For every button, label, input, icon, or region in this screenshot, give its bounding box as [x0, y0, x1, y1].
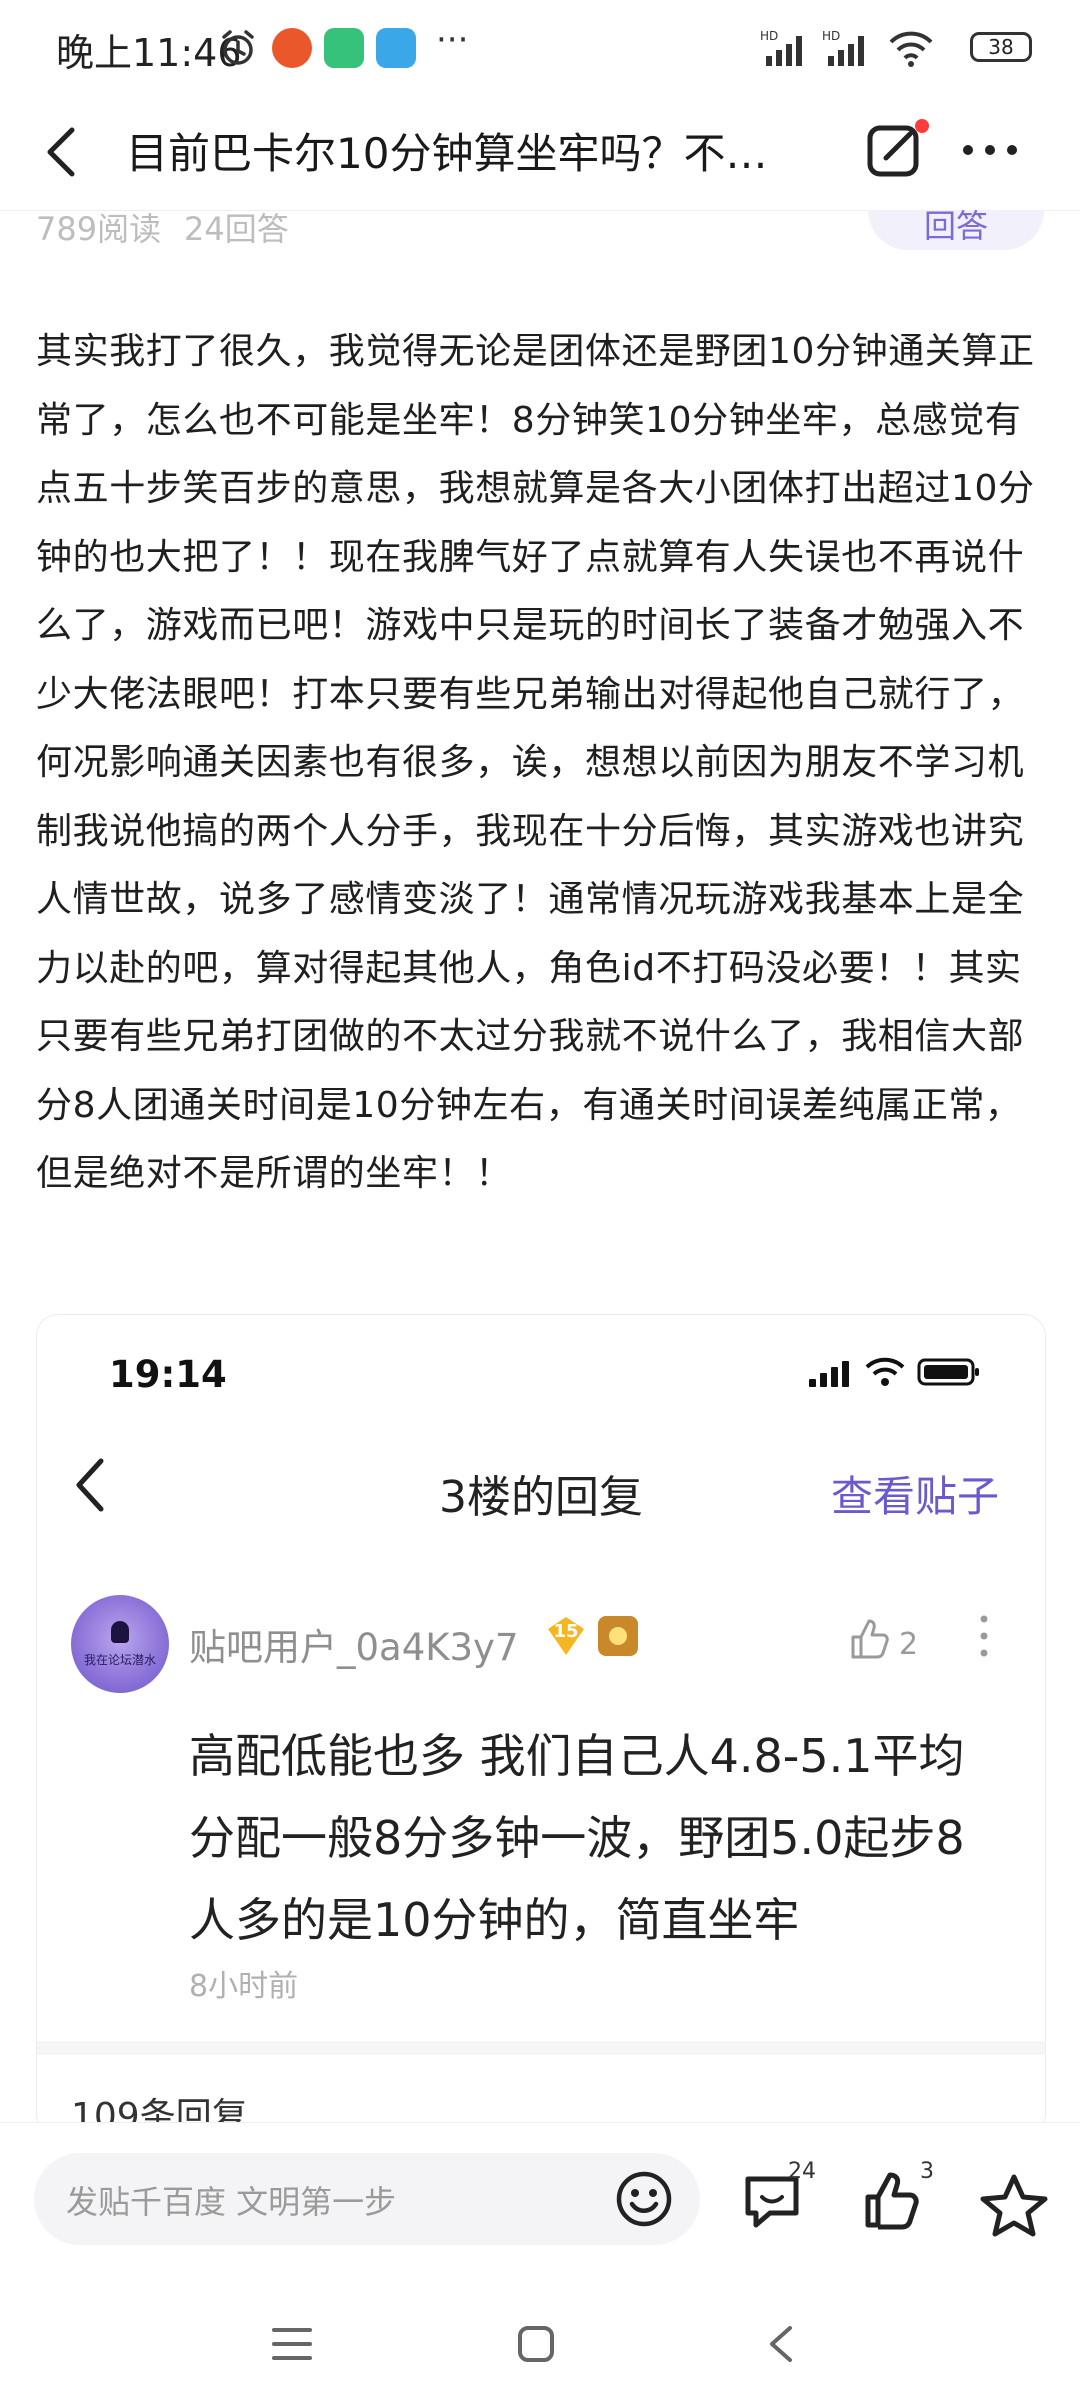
like-button[interactable]: 3 [860, 2159, 940, 2239]
username: 贴吧用户_0a4K3y7 [189, 1626, 519, 1669]
like-count-badge: 3 [920, 2159, 934, 2184]
comment-input-placeholder: 发贴千百度 文明第一步 [66, 2183, 397, 2221]
avatar-figure [111, 1621, 129, 1643]
signal-icon [809, 1361, 849, 1387]
more-dots-icon: ··· [436, 20, 469, 60]
svg-text:HD: HD [822, 29, 840, 43]
hd-signal-icon: HD [760, 29, 802, 66]
battery-icon: 38 [970, 32, 1032, 62]
svg-text:HD: HD [760, 29, 778, 43]
back-arrow-icon[interactable] [38, 124, 88, 180]
notification-dot [915, 119, 929, 133]
thumbs-up-icon [865, 2172, 919, 2230]
emoji-icon[interactable] [614, 2169, 674, 2229]
wifi-icon [889, 31, 933, 67]
level-badge-number: 15 [553, 1621, 579, 1642]
hd-signal-icon: HD [822, 29, 864, 66]
comment-input[interactable]: 发贴千百度 文明第一步 [34, 2153, 700, 2245]
status-time: 晚上11:46 [56, 31, 242, 75]
reply-text: 高配低能也多 我们自己人4.8-5.1平均分配一般8分多钟一波，野团5.0起步8… [189, 1729, 965, 1947]
sun-badge-icon [598, 1616, 638, 1656]
bottom-action-bar: 发贴千百度 文明第一步 24 3 [0, 2122, 1080, 2289]
battery-level: 38 [988, 35, 1014, 59]
top-app-bar: 目前巴卡尔10分钟算坐牢吗？不… [0, 96, 1080, 211]
divider [37, 2041, 1045, 2055]
embedded-screenshot[interactable]: 19:14 3楼的回复 查看贴子 我在论坛潜水 贴吧用户_0a4K3y7 15 … [36, 1314, 1046, 2136]
view-post-link: 查看贴子 [830, 1472, 999, 1521]
comment-count-badge: 24 [788, 2159, 816, 2184]
app-notification-icon [324, 28, 364, 68]
star-icon[interactable] [980, 2173, 1048, 2237]
home-icon[interactable] [516, 2324, 556, 2364]
status-bar: 晚上11:46 ··· HD HD 38 [0, 0, 1080, 96]
level-badge-icon: 15 [543, 1613, 589, 1659]
answer-count: 24回答 [184, 210, 289, 248]
wifi-icon [865, 1357, 905, 1386]
avatar-caption: 我在论坛潜水 [83, 1653, 156, 1667]
comment-button[interactable]: 24 [740, 2159, 820, 2239]
alarm-icon [222, 30, 254, 65]
edit-note-icon[interactable] [864, 116, 934, 186]
page-title: 目前巴卡尔10分钟算坐牢吗？不… [126, 129, 768, 178]
back-icon[interactable] [766, 2324, 796, 2364]
system-navigation-bar [0, 2288, 1080, 2400]
post-meta: 789阅读 24回答 回答 [0, 210, 1080, 250]
thumbs-up-icon [851, 1619, 889, 1659]
app-notification-icon [272, 28, 312, 68]
embedded-status-time: 19:14 [109, 1353, 227, 1396]
more-icon[interactable] [960, 140, 1020, 160]
avatar: 我在论坛潜水 [71, 1595, 169, 1693]
more-vertical-icon [980, 1615, 988, 1657]
read-count: 789阅读 [36, 210, 162, 248]
like-count: 2 [899, 1627, 919, 1662]
reply-time: 8小时前 [189, 1969, 299, 2004]
menu-icon[interactable] [272, 2326, 312, 2362]
cloud-app-icon [376, 28, 416, 68]
answer-button[interactable]: 回答 [868, 210, 1044, 250]
post-body-text: 其实我打了很久，我觉得无论是团体还是野团10分钟通关算正常了，怎么也不可能是坐牢… [36, 331, 1035, 1194]
battery-icon [917, 1358, 979, 1386]
